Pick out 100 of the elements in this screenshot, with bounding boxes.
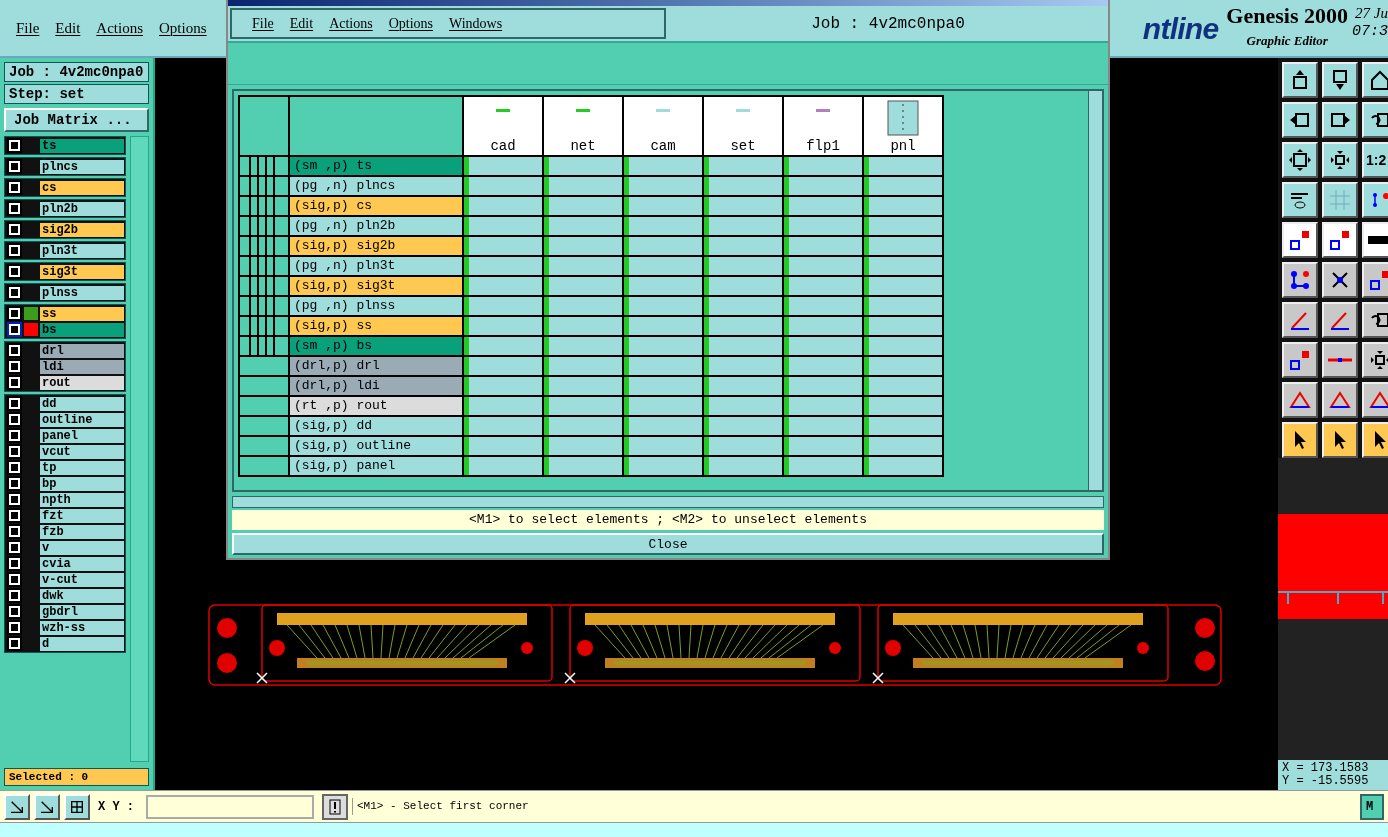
menu-item[interactable]: Edit <box>55 16 81 40</box>
step-header[interactable]: cam <box>650 138 676 154</box>
tool-button[interactable] <box>1282 262 1318 298</box>
matrix-cell[interactable] <box>624 297 702 315</box>
matrix-cell[interactable] <box>464 217 542 235</box>
matrix-cell[interactable] <box>864 337 942 355</box>
matrix-cell[interactable] <box>704 157 782 175</box>
xy-input-field[interactable] <box>146 794 314 819</box>
layer-item[interactable]: pln2b <box>40 201 124 216</box>
tool-button[interactable] <box>1322 342 1358 378</box>
layer-item[interactable]: ts <box>40 138 124 153</box>
view-button[interactable] <box>34 793 60 820</box>
matrix-cell[interactable] <box>464 457 542 475</box>
menu-item[interactable]: Actions <box>329 13 373 34</box>
step-header[interactable]: flp1 <box>806 138 840 154</box>
matrix-cell[interactable] <box>544 257 622 275</box>
matrix-cell[interactable] <box>704 257 782 275</box>
layer-item[interactable]: pln3t <box>40 243 124 258</box>
matrix-cell[interactable] <box>704 197 782 215</box>
matrix-cell[interactable] <box>464 157 542 175</box>
matrix-cell[interactable] <box>464 257 542 275</box>
close-button[interactable]: Close <box>232 533 1104 555</box>
layer-item[interactable]: gbdrl <box>40 604 124 619</box>
menu-item[interactable]: File <box>252 13 274 34</box>
tool-button[interactable] <box>1322 62 1358 98</box>
matrix-cell[interactable] <box>864 357 942 375</box>
layer-item[interactable]: outline <box>40 412 124 427</box>
matrix-cell[interactable] <box>544 377 622 395</box>
tool-button[interactable] <box>1362 222 1388 258</box>
matrix-cell[interactable] <box>784 277 862 295</box>
matrix-cell[interactable] <box>624 437 702 455</box>
matrix-cell[interactable] <box>464 337 542 355</box>
matrix-cell[interactable] <box>464 377 542 395</box>
layer-item[interactable]: sig3t <box>40 264 124 279</box>
layer-row-label[interactable]: (pg ,n) plnss <box>290 297 462 315</box>
matrix-cell[interactable] <box>704 357 782 375</box>
matrix-cell[interactable] <box>544 277 622 295</box>
menu-item[interactable]: Actions <box>96 16 143 40</box>
tool-button[interactable] <box>1322 382 1358 418</box>
matrix-cell[interactable] <box>784 317 862 335</box>
matrix-cell[interactable] <box>464 177 542 195</box>
layer-item[interactable]: wzh-ss <box>40 620 124 635</box>
matrix-cell[interactable] <box>544 177 622 195</box>
layer-item[interactable]: cs <box>40 180 124 195</box>
tool-button[interactable]: 1:2 <box>1362 142 1388 178</box>
matrix-cell[interactable] <box>464 297 542 315</box>
tool-button[interactable] <box>1282 222 1318 258</box>
matrix-cell[interactable] <box>624 277 702 295</box>
matrix-cell[interactable] <box>544 417 622 435</box>
tool-button[interactable] <box>1282 62 1318 98</box>
matrix-cell[interactable] <box>864 217 942 235</box>
layer-row-label[interactable]: (sig,p) cs <box>290 197 462 215</box>
tool-button[interactable] <box>1322 222 1358 258</box>
tool-button[interactable] <box>1282 142 1318 178</box>
matrix-cell[interactable] <box>624 397 702 415</box>
layer-row-label[interactable]: (drl,p) ldi <box>290 377 462 395</box>
tool-button[interactable] <box>1282 182 1318 218</box>
matrix-cell[interactable] <box>784 237 862 255</box>
view-button[interactable] <box>64 793 90 820</box>
matrix-cell[interactable] <box>624 257 702 275</box>
matrix-cell[interactable] <box>544 397 622 415</box>
step-header[interactable]: net <box>570 138 596 154</box>
matrix-cell[interactable] <box>624 357 702 375</box>
tool-button[interactable] <box>1362 302 1388 338</box>
alert-button[interactable] <box>322 793 348 820</box>
matrix-cell[interactable] <box>784 357 862 375</box>
layer-item[interactable]: sig2b <box>40 222 124 237</box>
layer-item[interactable]: v <box>40 540 124 555</box>
matrix-cell[interactable] <box>464 397 542 415</box>
layer-row-label[interactable]: (sm ,p) ts <box>290 157 462 175</box>
matrix-cell[interactable] <box>864 177 942 195</box>
tool-button[interactable] <box>1282 342 1318 378</box>
layer-item[interactable]: bp <box>40 476 124 491</box>
tool-button[interactable] <box>1282 102 1318 138</box>
layer-item[interactable]: plncs <box>40 159 124 174</box>
matrix-cell[interactable] <box>864 297 942 315</box>
matrix-cell[interactable] <box>624 217 702 235</box>
matrix-cell[interactable] <box>864 257 942 275</box>
matrix-cell[interactable] <box>784 437 862 455</box>
menu-item[interactable]: Edit <box>289 13 314 34</box>
matrix-cell[interactable] <box>704 237 782 255</box>
tool-button[interactable] <box>1322 422 1358 458</box>
matrix-cell[interactable] <box>704 377 782 395</box>
matrix-cell[interactable] <box>544 217 622 235</box>
layer-row-label[interactable]: (drl,p) drl <box>290 357 462 375</box>
matrix-cell[interactable] <box>464 317 542 335</box>
matrix-cell[interactable] <box>704 217 782 235</box>
matrix-cell[interactable] <box>544 237 622 255</box>
matrix-cell[interactable] <box>464 277 542 295</box>
tool-button[interactable] <box>1282 422 1318 458</box>
layer-item[interactable]: panel <box>40 428 124 443</box>
matrix-cell[interactable] <box>544 357 622 375</box>
tool-button[interactable] <box>1322 182 1358 218</box>
layer-row-label[interactable]: (sig,p) sig2b <box>290 237 462 255</box>
matrix-cell[interactable] <box>784 377 862 395</box>
menu-item[interactable]: Windows <box>449 13 503 34</box>
layer-item[interactable]: dd <box>40 396 124 411</box>
matrix-cell[interactable] <box>544 197 622 215</box>
matrix-cell[interactable] <box>864 277 942 295</box>
layer-row-label[interactable]: (rt ,p) rout <box>290 397 462 415</box>
